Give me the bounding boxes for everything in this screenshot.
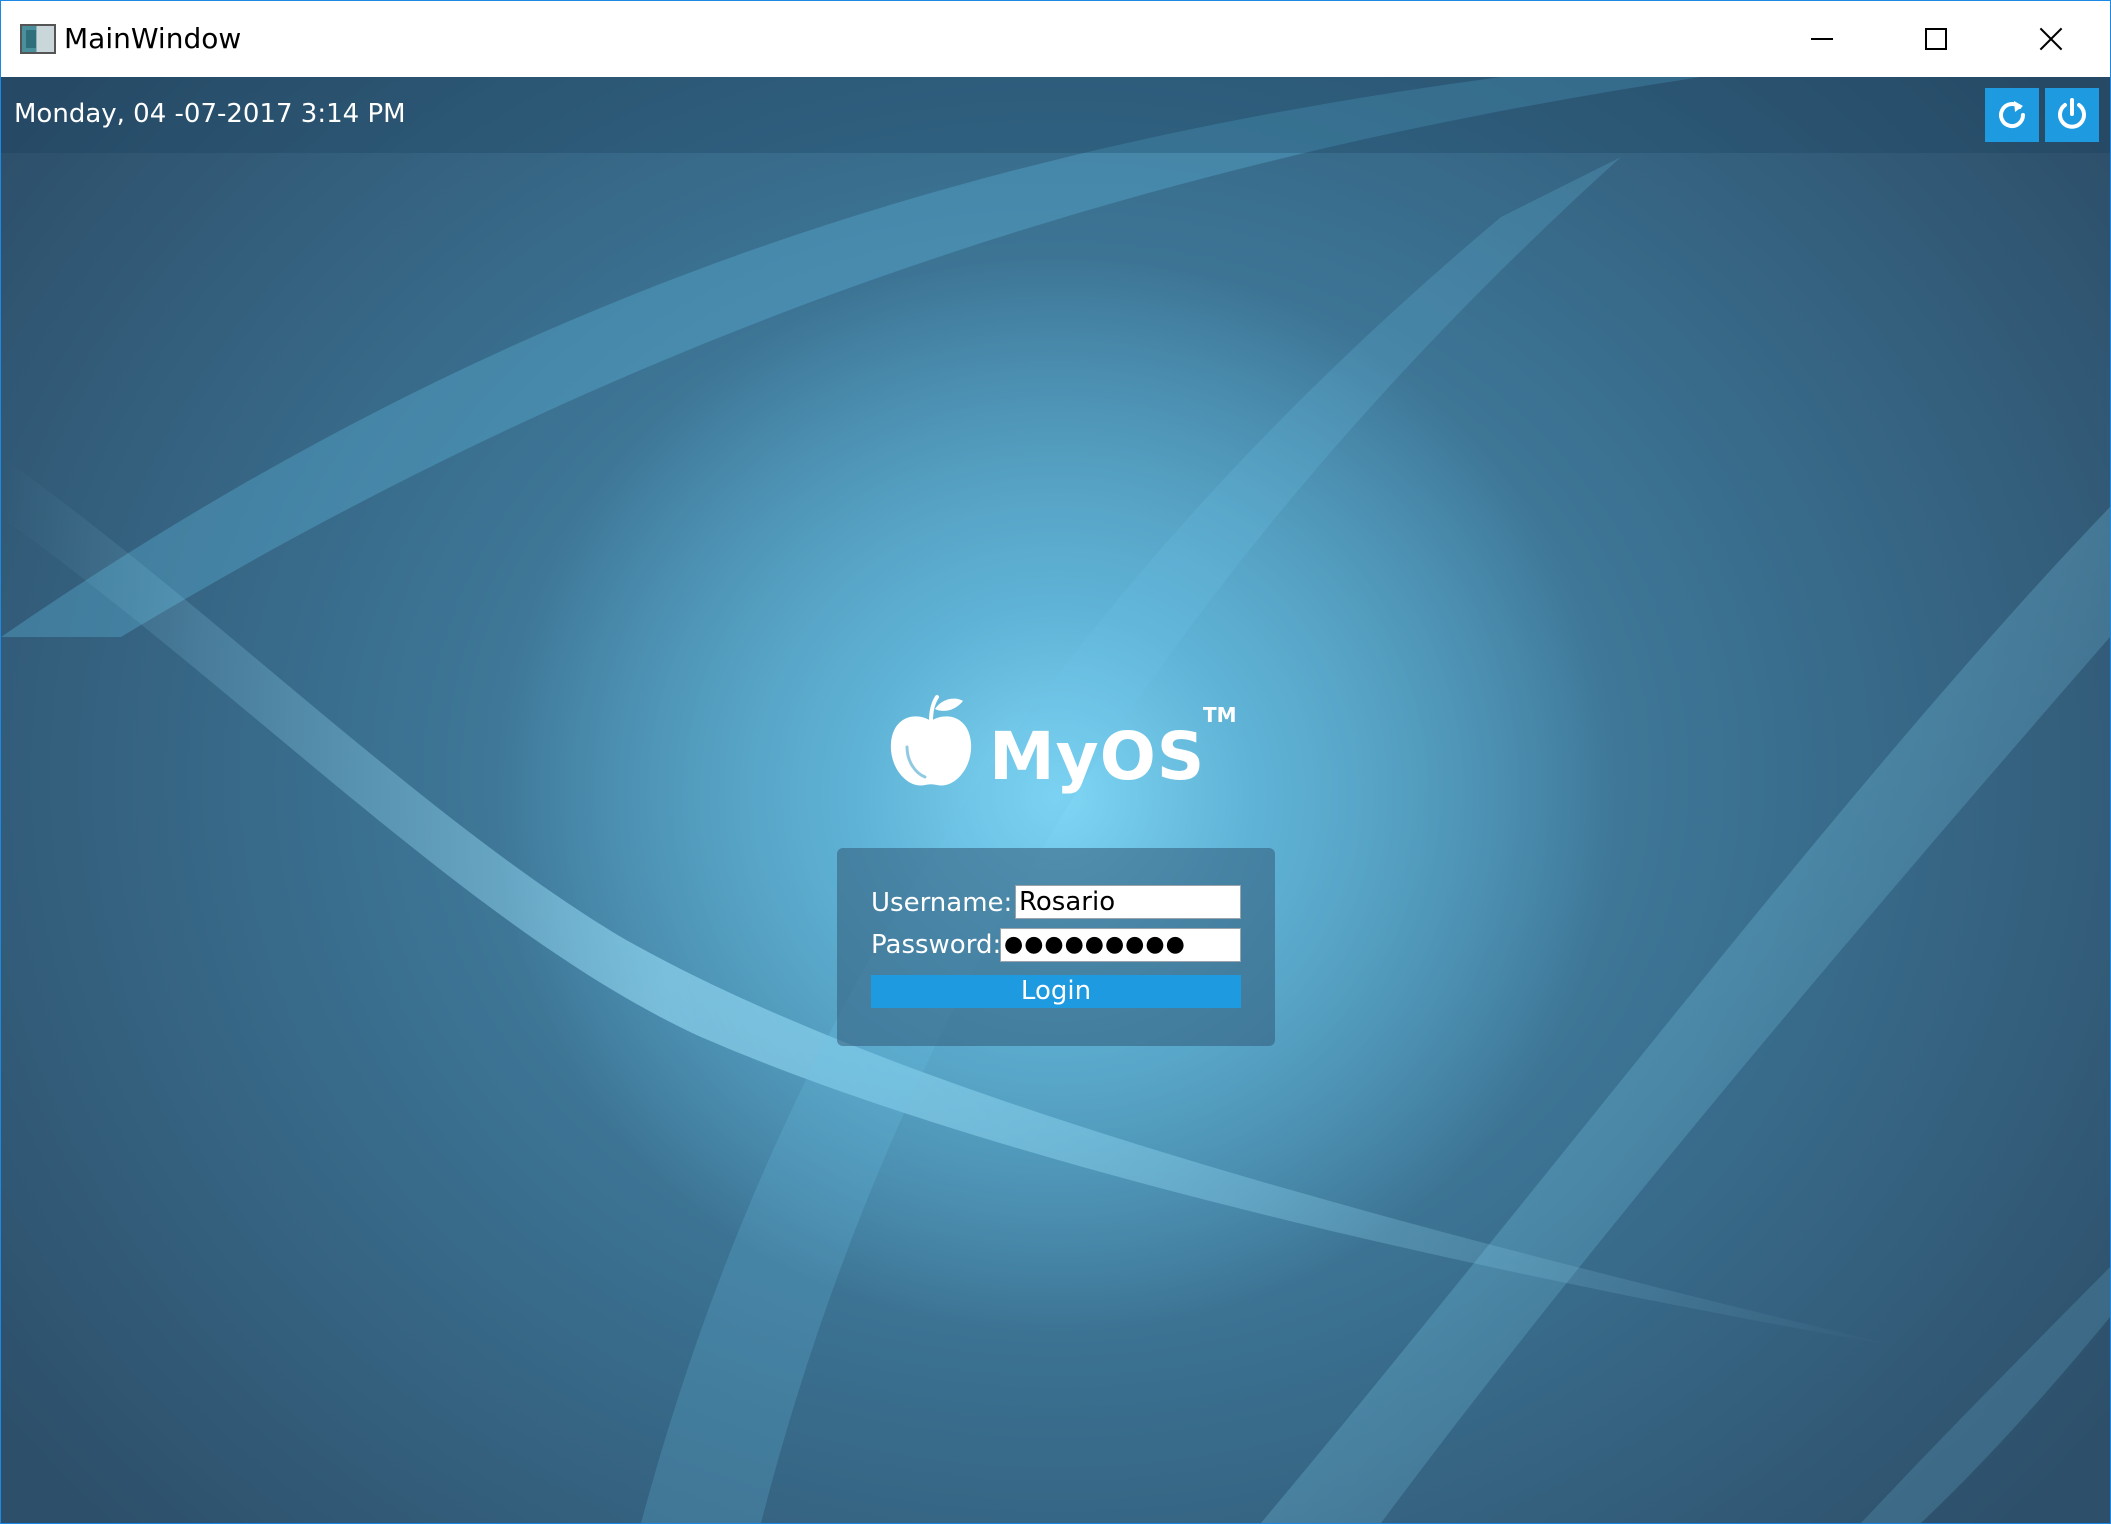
- restart-icon: [1999, 101, 2026, 129]
- apple-icon: [890, 695, 972, 786]
- close-icon: [2039, 27, 2063, 51]
- restart-button[interactable]: [1985, 88, 2039, 142]
- username-label: Username:: [871, 888, 1013, 918]
- date-time-display: Monday, 04 -07-2017 3:14 PM: [14, 99, 406, 129]
- minimize-icon: [1811, 38, 1833, 40]
- password-input[interactable]: ●●●●●●●●●: [1000, 928, 1241, 962]
- app-icon: [20, 24, 56, 54]
- title-bar[interactable]: MainWindow: [1, 1, 2110, 77]
- myos-logo: MyOS TM: [885, 691, 1245, 801]
- maximize-icon: [1925, 28, 1947, 50]
- password-label: Password:: [871, 930, 1002, 960]
- logo-text: MyOS: [989, 718, 1206, 795]
- power-button[interactable]: [2045, 88, 2099, 142]
- main-window: MainWindow Monday, 04 -07-2017 3:14 PM M…: [0, 0, 2111, 1524]
- close-button[interactable]: [1994, 1, 2108, 77]
- power-icon: [2058, 98, 2086, 129]
- login-panel: Username: Rosario Password: ●●●●●●●●● Lo…: [837, 848, 1275, 1046]
- window-title: MainWindow: [64, 22, 242, 55]
- username-input[interactable]: Rosario: [1015, 885, 1241, 919]
- login-screen: Monday, 04 -07-2017 3:14 PM MyOS TM User…: [1, 77, 2110, 1523]
- minimize-button[interactable]: [1765, 1, 1879, 77]
- trademark-mark: TM: [1203, 703, 1237, 727]
- login-button[interactable]: Login: [871, 975, 1241, 1008]
- maximize-button[interactable]: [1879, 1, 1993, 77]
- top-status-bar: Monday, 04 -07-2017 3:14 PM: [1, 77, 2110, 153]
